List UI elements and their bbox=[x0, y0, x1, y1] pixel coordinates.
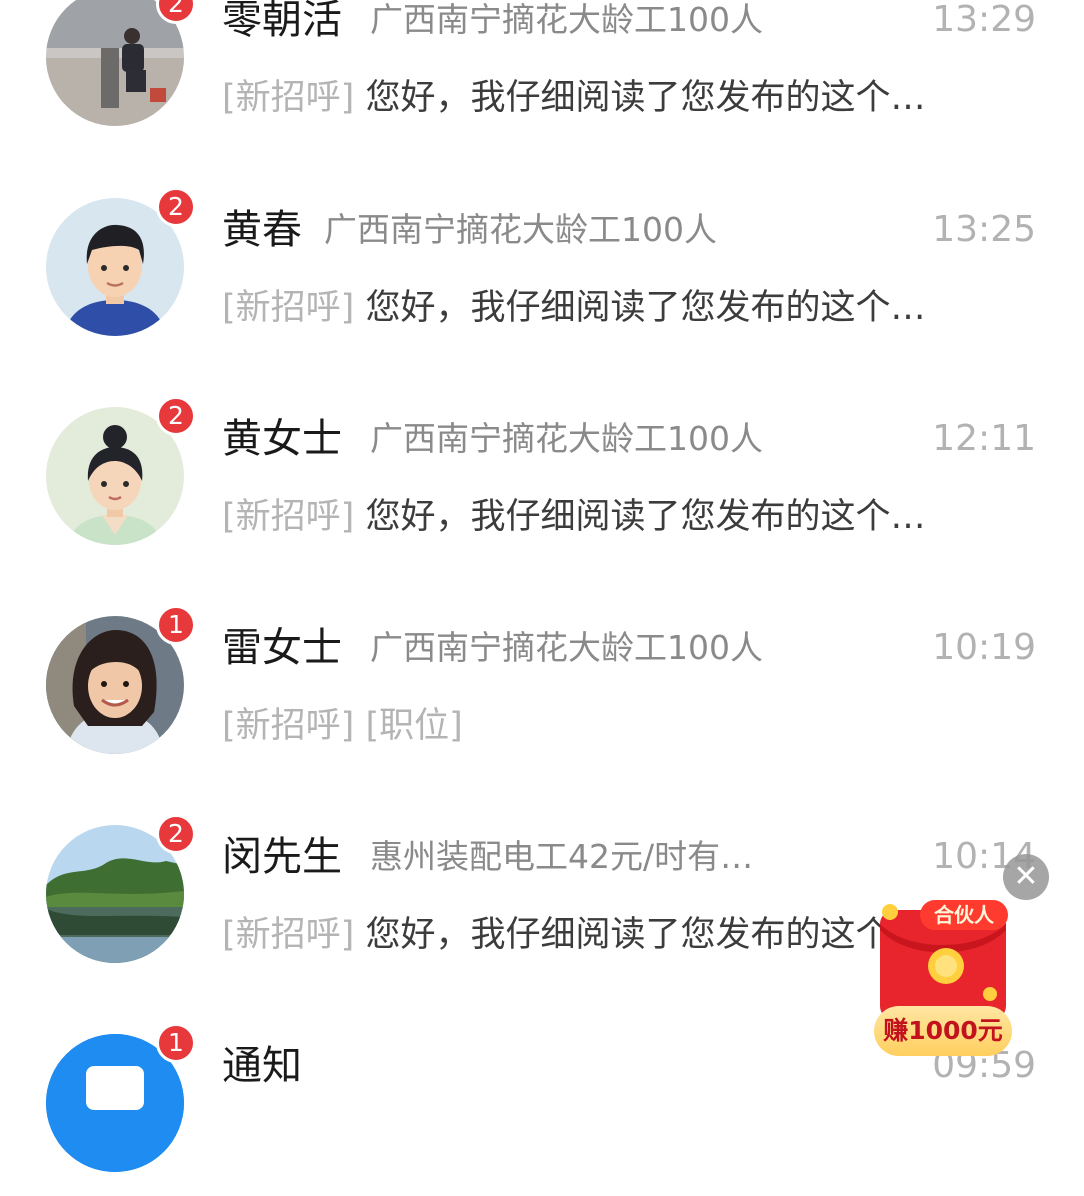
unread-badge: 1 bbox=[156, 605, 196, 645]
greeting-tag: [新招呼] bbox=[222, 706, 355, 746]
job-title: 广西南宁摘花大龄工100人 bbox=[370, 419, 763, 458]
conversation-item[interactable]: 2 黄春 广西南宁摘花大龄工100人 13:25 [新招呼] 您好，我仔细阅读了… bbox=[0, 160, 1084, 360]
job-title: 广西南宁摘花大龄工100人 bbox=[324, 210, 717, 249]
message-preview: [新招呼] [职位] bbox=[222, 701, 463, 751]
greeting-tag: [新招呼] bbox=[222, 288, 355, 328]
unread-badge: 2 bbox=[156, 814, 196, 854]
unread-badge: 2 bbox=[156, 187, 196, 227]
close-icon[interactable]: ✕ bbox=[1003, 854, 1049, 900]
contact-name: 黄春 bbox=[222, 207, 302, 253]
unread-badge: 2 bbox=[156, 396, 196, 436]
message-preview: [新招呼] 您好，我仔细阅读了您发布的这个… bbox=[222, 73, 925, 123]
contact-name: 零朝活 bbox=[222, 0, 342, 43]
earn-button[interactable]: 赚1000元 bbox=[874, 1006, 1012, 1056]
job-title: 惠州装配电工42元/时有… bbox=[370, 837, 754, 876]
message-text: 您好，我仔细阅读了您发布的这个… bbox=[365, 78, 926, 118]
unread-badge: 1 bbox=[156, 1023, 196, 1063]
timestamp: 13:29 bbox=[932, 0, 1036, 40]
message-preview: [新招呼] 您好，我仔细阅读了您发布的这个… bbox=[222, 910, 925, 960]
job-title: 广西南宁摘花大龄工100人 bbox=[370, 628, 763, 667]
partner-badge: 合伙人 bbox=[920, 900, 1008, 930]
job-title: 广西南宁摘花大龄工100人 bbox=[370, 0, 763, 39]
conversation-list: 2 零朝活 广西南宁摘花大龄工100人 13:29 [新招呼] 您好，我仔细阅读… bbox=[0, 0, 1084, 1172]
conversation-item[interactable]: 2 黄女士 广西南宁摘花大龄工100人 12:11 [新招呼] 您好，我仔细阅读… bbox=[0, 369, 1084, 569]
contact-name: 雷女士 bbox=[222, 625, 342, 671]
timestamp: 13:25 bbox=[932, 209, 1036, 250]
message-text: 您好，我仔细阅读了您发布的这个… bbox=[365, 915, 926, 955]
contact-name: 闵先生 bbox=[222, 834, 342, 880]
contact-name: 黄女士 bbox=[222, 416, 342, 462]
greeting-tag: [新招呼] bbox=[222, 78, 355, 118]
message-text: 您好，我仔细阅读了您发布的这个… bbox=[365, 288, 926, 328]
greeting-tag: [新招呼] bbox=[222, 497, 355, 537]
timestamp: 10:19 bbox=[932, 627, 1036, 668]
partner-promo-float[interactable]: 合伙人 赚1000元 bbox=[868, 890, 1018, 1060]
message-text: [职位] bbox=[365, 706, 463, 746]
conversation-item[interactable]: 1 雷女士 广西南宁摘花大龄工100人 10:19 [新招呼] [职位] bbox=[0, 578, 1084, 778]
message-text: 您好，我仔细阅读了您发布的这个… bbox=[365, 497, 926, 537]
message-preview: [新招呼] 您好，我仔细阅读了您发布的这个… bbox=[222, 492, 925, 542]
greeting-tag: [新招呼] bbox=[222, 915, 355, 955]
conversation-item[interactable]: 2 零朝活 广西南宁摘花大龄工100人 13:29 [新招呼] 您好，我仔细阅读… bbox=[0, 0, 1084, 150]
timestamp: 12:11 bbox=[932, 418, 1036, 459]
message-preview: [新招呼] 您好，我仔细阅读了您发布的这个… bbox=[222, 283, 925, 333]
